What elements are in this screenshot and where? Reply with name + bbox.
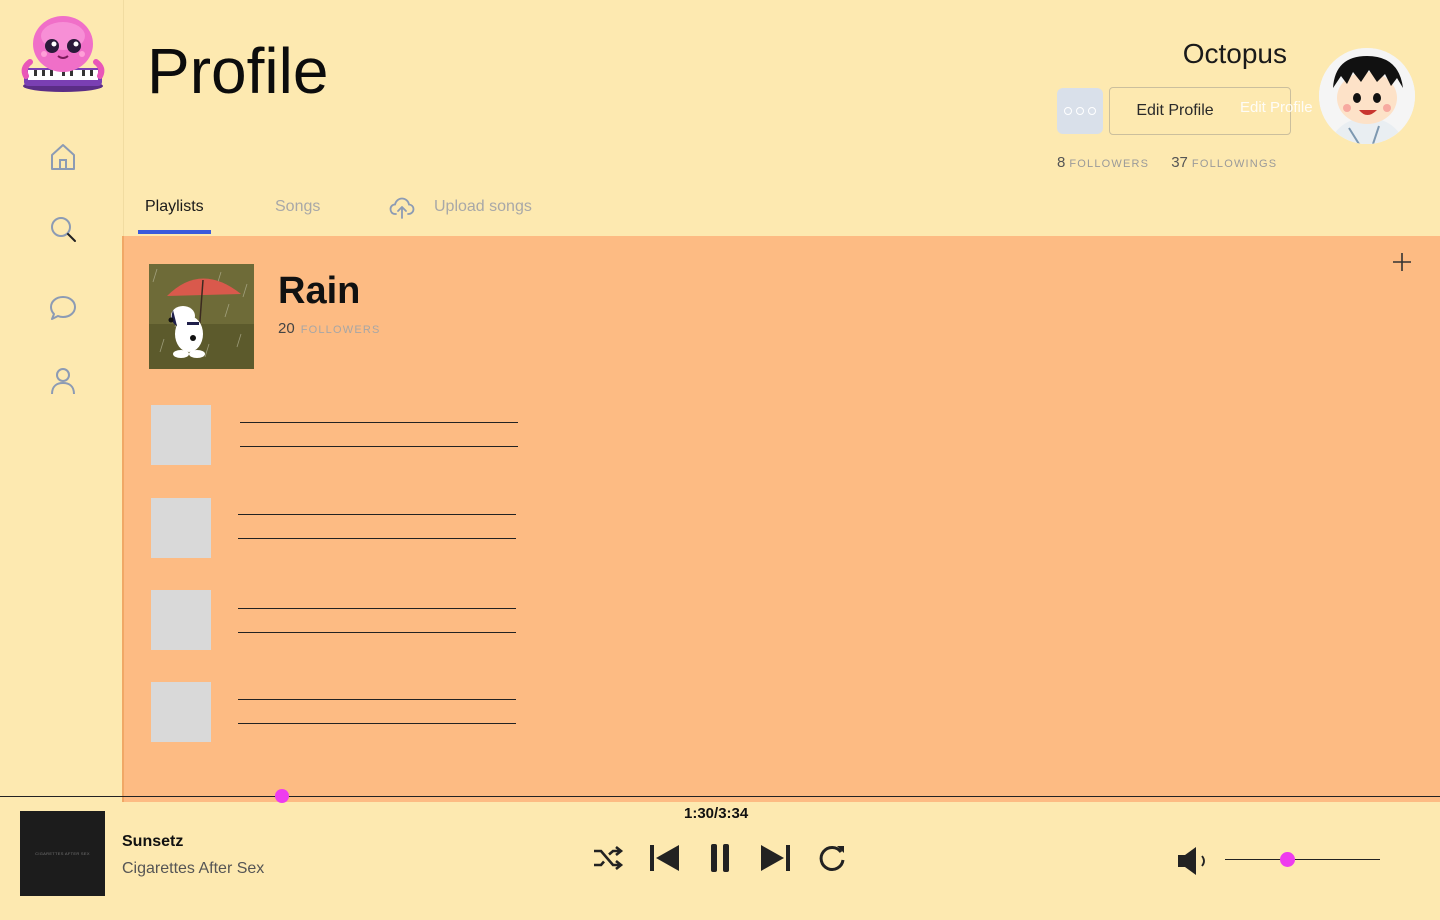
playlist-followers-label: FOLLOWERS [300,324,381,336]
volume-knob[interactable] [1280,852,1295,867]
chat-icon [50,296,76,320]
followings-label: FOLLOWINGS [1191,158,1278,170]
followers-stat[interactable]: 8 FOLLOWERS [1057,154,1149,172]
tab-playlists[interactable]: Playlists [145,198,204,216]
volume-track[interactable] [1225,859,1380,860]
home-icon [51,144,75,170]
pause-button[interactable] [703,842,737,874]
followers-count: 8 [1057,154,1066,171]
song-title-placeholder [238,699,516,700]
previous-icon [650,845,679,871]
octopus-logo[interactable] [18,12,108,94]
page-title: Profile [147,35,329,107]
progress-track[interactable] [0,796,1440,797]
now-playing-album-art[interactable]: CIGARETTES AFTER SEX [20,811,105,896]
tab-upload-songs[interactable]: Upload songs [434,198,532,216]
edit-profile-label: Edit Profile [1136,102,1214,119]
song-artist-placeholder [238,538,516,539]
song-thumbnail-placeholder[interactable] [151,590,211,650]
followers-label: FOLLOWERS [1069,158,1150,170]
dot-icon [1076,107,1084,115]
pause-icon [711,844,729,872]
song-title-placeholder [238,608,516,609]
song-thumbnail-placeholder[interactable] [151,405,211,465]
active-tab-indicator [138,230,211,234]
search-icon [51,217,76,242]
username: Octopus [1182,38,1287,69]
more-options-button[interactable] [1057,88,1103,134]
repeat-icon [819,845,845,871]
playlist-stats: 20 FOLLOWERS [278,320,381,337]
edit-profile-overlay-text: Edit Profile [1240,99,1313,116]
avatar[interactable] [1319,48,1415,144]
sidebar [0,0,124,796]
now-playing-artist[interactable]: Cigarettes After Sex [122,860,264,878]
playback-time: 1:30/3:34 [684,805,749,822]
previous-button[interactable] [647,842,681,874]
shuffle-button[interactable] [591,842,625,874]
plus-icon [1393,253,1411,271]
next-button[interactable] [759,842,793,874]
playlist-followers-count: 20 [278,320,295,337]
song-artist-placeholder [240,446,518,447]
profile-stats: 8 FOLLOWERS 37 FOLLOWINGS [1057,154,1277,172]
song-artist-placeholder [238,632,516,633]
repeat-button[interactable] [815,842,849,874]
dot-icon [1064,107,1072,115]
tab-songs[interactable]: Songs [275,198,320,216]
song-artist-placeholder [238,723,516,724]
playlist-cover[interactable] [149,264,254,369]
now-playing-title[interactable]: Sunsetz [122,833,183,851]
song-title-placeholder [238,514,516,515]
add-playlist-button[interactable] [1390,250,1414,274]
song-title-placeholder [240,422,518,423]
followings-count: 37 [1171,154,1188,171]
user-icon [51,368,75,395]
sidebar-item-chat[interactable] [46,291,80,325]
playlist-title: Rain [278,270,361,312]
album-art-text: CIGARETTES AFTER SEX [35,851,90,856]
volume-icon [1178,847,1205,875]
dot-icon [1088,107,1096,115]
song-thumbnail-placeholder[interactable] [151,682,211,742]
followings-stat[interactable]: 37 FOLLOWINGS [1171,154,1277,172]
next-icon [761,845,790,871]
song-thumbnail-placeholder[interactable] [151,498,211,558]
shuffle-icon [594,845,624,871]
sidebar-item-profile[interactable] [46,364,80,398]
sidebar-item-home[interactable] [46,140,80,174]
cloud-upload-icon [389,196,415,220]
sidebar-item-search[interactable] [46,212,80,246]
volume-button[interactable] [1176,845,1210,877]
progress-knob[interactable] [275,789,289,803]
